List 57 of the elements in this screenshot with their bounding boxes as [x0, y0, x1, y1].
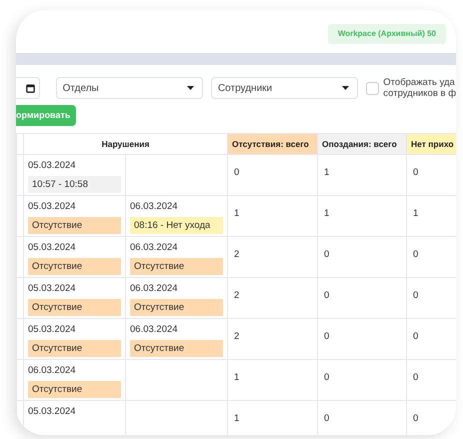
- column-header: Нет прихо: [406, 134, 456, 154]
- count-text: 0: [413, 248, 418, 260]
- count-text: 0: [413, 166, 418, 178]
- count-text: 0: [413, 330, 418, 342]
- violation-tag: Отсутствие: [130, 299, 223, 316]
- count-text: 1: [234, 208, 240, 219]
- count-text: 1: [234, 372, 240, 383]
- count-text: 0: [413, 290, 418, 301]
- count-text: 0: [413, 372, 418, 383]
- violation-tag: Отсутствие: [28, 340, 121, 357]
- date-text: 06.03.2024: [130, 283, 179, 294]
- date-text: 05.03.2024: [28, 242, 77, 253]
- select-placeholder: Отделы: [62, 82, 99, 96]
- date-text: 06.03.2024: [28, 365, 77, 376]
- checkbox[interactable]: [366, 82, 380, 94]
- count-text: 1: [413, 208, 418, 219]
- date-field[interactable]: [16, 77, 40, 99]
- column-header: Отсутствия: всего: [228, 134, 318, 154]
- date-text: 05.03.2024: [28, 406, 77, 417]
- violation-tag: Отсутствие: [28, 217, 121, 234]
- violation-tag: Отсутствие: [28, 381, 121, 398]
- count-text: 1: [234, 412, 240, 424]
- violation-tag: Отсутствие: [130, 258, 223, 275]
- violation-tag: 10:57 - 10:58: [28, 176, 121, 193]
- workspace-badge: Workpace (Архивный) 50: [328, 24, 446, 44]
- calendar-icon: [26, 84, 35, 92]
- date-text: 06.03.2024: [130, 324, 179, 335]
- count-text: 0: [234, 166, 240, 178]
- count-text: 0: [413, 412, 418, 424]
- checkbox-label: Отображать уда сотрудников в ф: [383, 77, 456, 99]
- violation-tag: 08:16 - Нет ухода: [130, 217, 223, 234]
- caret-icon: [342, 86, 350, 90]
- caret-icon: [186, 86, 194, 90]
- departments-select[interactable]: Отделы: [56, 77, 203, 99]
- count-text: 1: [324, 166, 330, 178]
- select-placeholder: Сотрудники: [218, 82, 272, 96]
- column-header: Нарушения: [24, 134, 228, 154]
- employees-select[interactable]: Сотрудники: [210, 77, 358, 99]
- violation-tag: Отсутствие: [28, 299, 121, 316]
- count-text: 0: [324, 372, 330, 383]
- column-header: Опоздания: всего: [318, 134, 406, 154]
- date-text: 05.03.2024: [28, 324, 77, 335]
- violation-tag: Отсутствие: [28, 258, 121, 275]
- count-text: 0: [324, 248, 330, 260]
- date-text: 06.03.2024: [130, 242, 179, 253]
- date-text: 05.03.2024: [28, 160, 77, 171]
- date-text: 05.03.2024: [28, 201, 77, 212]
- count-text: 0: [324, 330, 330, 342]
- count-text: 2: [234, 330, 240, 342]
- count-text: 0: [324, 290, 330, 301]
- count-text: 0: [324, 412, 330, 424]
- violation-tag: Отсутствие: [130, 340, 223, 357]
- count-text: 2: [234, 248, 240, 260]
- date-text: 06.03.2024: [130, 201, 179, 212]
- count-text: 1: [324, 208, 330, 219]
- count-text: 2: [234, 290, 240, 301]
- date-text: 05.03.2024: [28, 283, 77, 294]
